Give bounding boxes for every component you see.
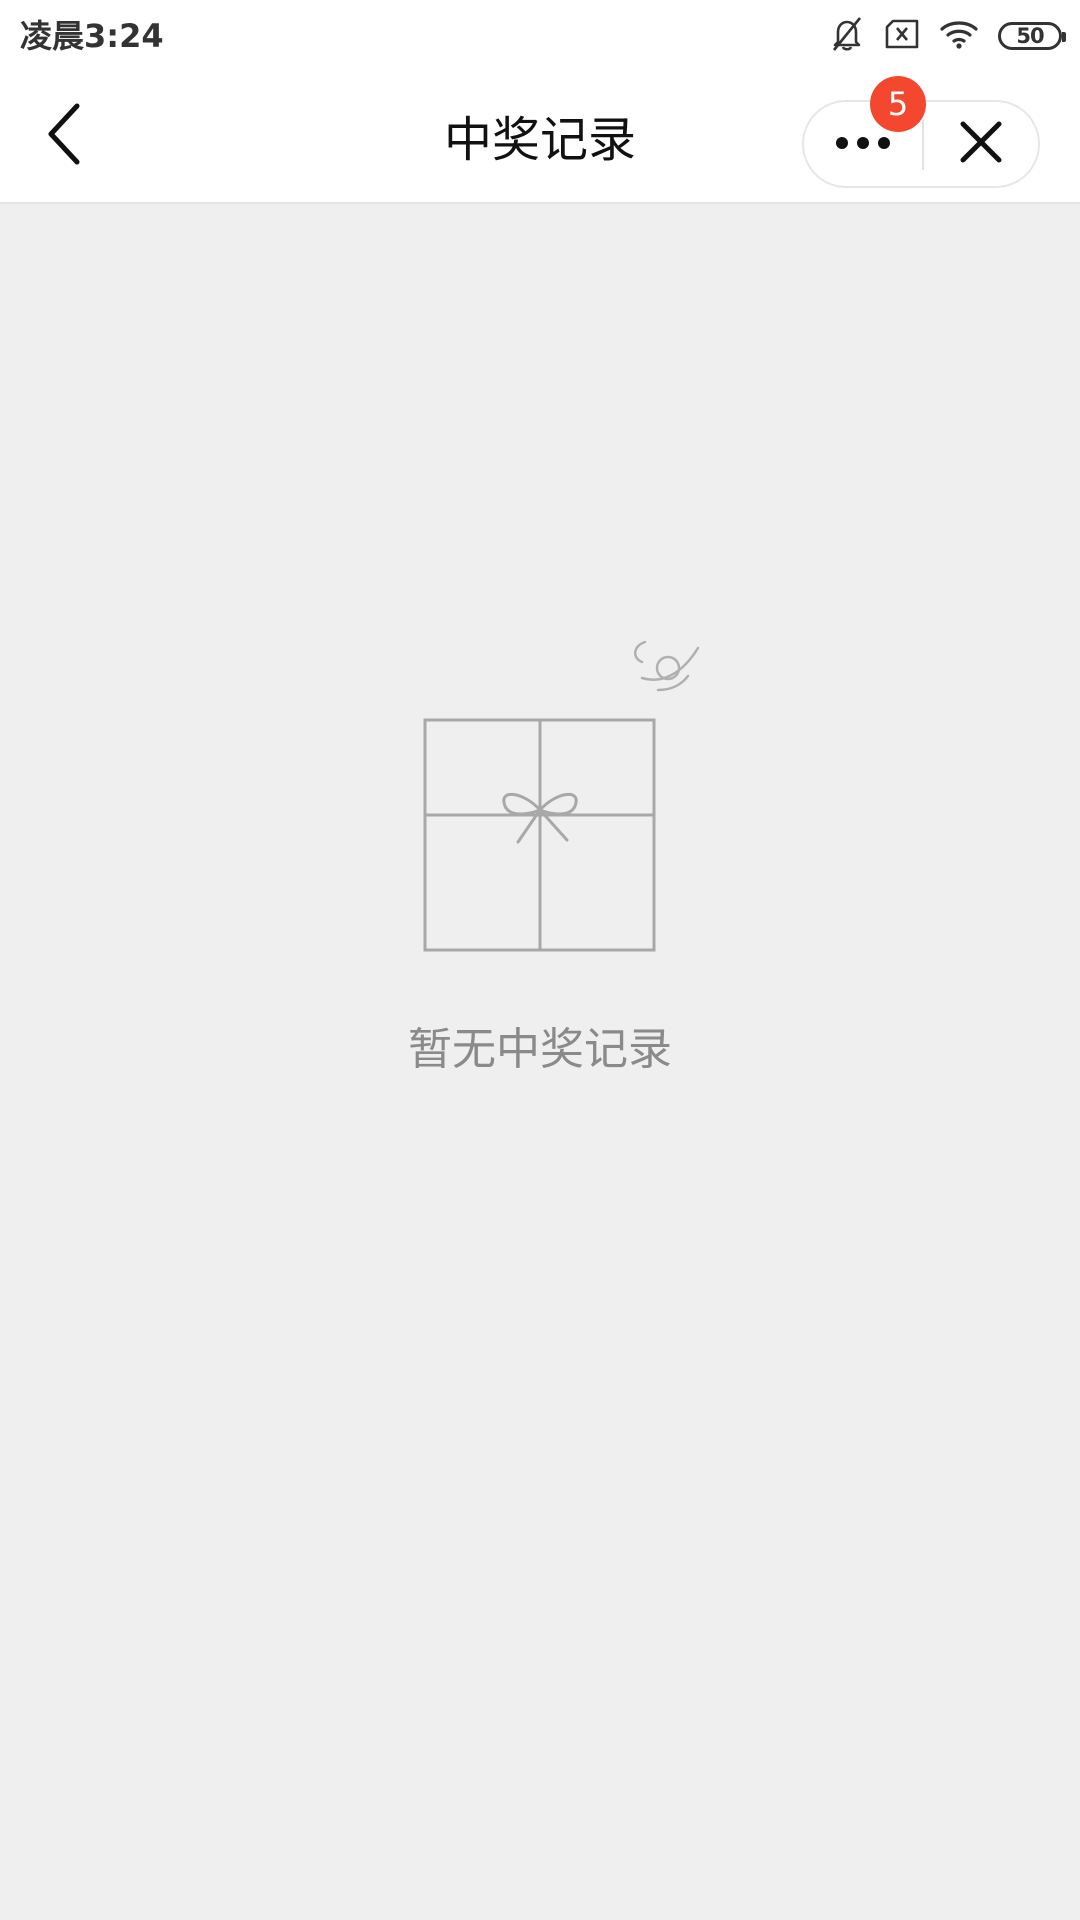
empty-state: 暂无中奖记录 [0, 620, 1080, 1100]
status-bar: 凌晨3:24 50 [0, 0, 1080, 72]
chevron-left-icon [45, 102, 85, 170]
notification-badge: 5 [870, 76, 926, 132]
wifi-icon [940, 19, 978, 53]
empty-message: 暂无中奖记录 [408, 1024, 672, 1075]
status-icons: 50 [830, 16, 1066, 56]
back-button[interactable] [30, 94, 100, 178]
page-title: 中奖记录 [443, 112, 636, 168]
nav-bar: 中奖记录 5 [0, 72, 1080, 204]
close-button[interactable] [924, 102, 1038, 186]
mini-program-capsule: 5 [802, 76, 1040, 188]
battery-level: 50 [1016, 24, 1044, 48]
sim-x-icon [884, 19, 920, 53]
gift-box-icon [420, 630, 710, 960]
battery-icon: 50 [998, 22, 1066, 50]
bell-off-icon [830, 16, 864, 56]
more-dots-icon [835, 135, 891, 154]
close-icon [959, 120, 1003, 168]
status-time: 凌晨3:24 [20, 17, 164, 55]
